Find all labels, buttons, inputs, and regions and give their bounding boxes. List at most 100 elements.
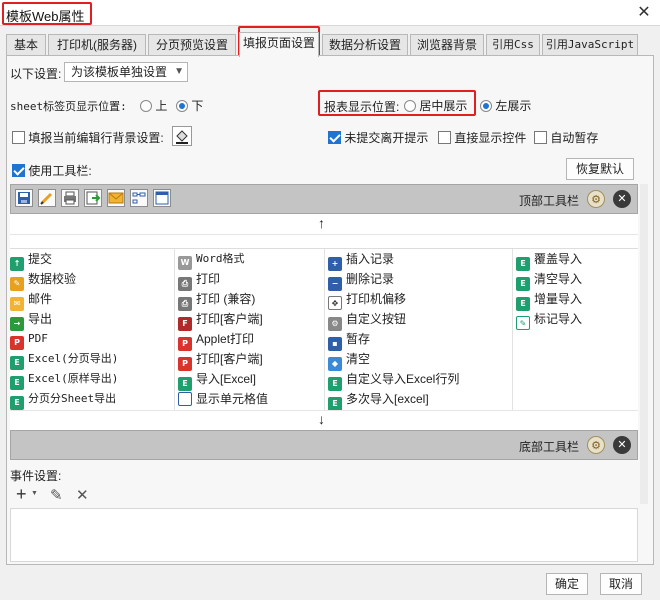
tab-bar: 基本 打印机(服务器) 分页预览设置 填报页面设置 数据分析设置 浏览器背景 引… xyxy=(6,32,654,57)
btn-delete-record[interactable]: − 删除记录 xyxy=(328,269,395,291)
report-position-radio-center[interactable]: 居中展示 xyxy=(404,97,467,114)
tab-data-analysis[interactable]: 数据分析设置 xyxy=(322,34,408,56)
move-down-arrow[interactable]: ↓ xyxy=(318,411,325,427)
btn-label: 自定义按钮 xyxy=(346,312,407,326)
direct-widget-checkbox[interactable]: 直接显示控件 xyxy=(438,129,526,146)
delete-icon[interactable]: ✕ xyxy=(76,486,89,504)
validate-icon[interactable] xyxy=(38,189,56,207)
bg-setting-checkbox[interactable]: 填报当前编辑行背景设置: xyxy=(12,129,164,146)
btn-printer-offset[interactable]: ✥ 打印机偏移 xyxy=(328,289,407,310)
btn-pdf[interactable]: P PDF xyxy=(10,329,48,350)
checkbox-box[interactable] xyxy=(438,131,451,144)
add-dropdown-chevron-icon[interactable]: ▼ xyxy=(31,490,38,497)
edit-icon[interactable]: ✎ xyxy=(50,486,63,504)
close-icon[interactable]: ✕ xyxy=(613,190,631,208)
radio-circle[interactable] xyxy=(480,100,492,112)
btn-multi-import-excel[interactable]: E 多次导入[excel] xyxy=(328,389,429,411)
print-icon[interactable] xyxy=(61,189,79,207)
sheet-tab-radio-bottom[interactable]: 下 xyxy=(176,97,203,114)
export-icon[interactable] xyxy=(84,189,102,207)
tab-reference-css[interactable]: 引用Css xyxy=(486,34,540,56)
btn-label: 数据校验 xyxy=(28,272,77,286)
btn-excel-paged[interactable]: E Excel(分页导出) xyxy=(10,349,118,370)
sheet-tab-radio-top[interactable]: 上 xyxy=(140,97,167,114)
btn-overwrite-import[interactable]: E 覆盖导入 xyxy=(516,249,582,271)
btn-pdf-print[interactable]: P 打印[客户端] xyxy=(178,349,263,371)
excel-icon: E xyxy=(10,376,24,390)
radio-circle[interactable] xyxy=(404,100,416,112)
radio-circle[interactable] xyxy=(176,100,188,112)
sheet-tab-position-label: sheet标签页显示位置: xyxy=(10,100,127,113)
ok-button[interactable]: 确定 xyxy=(546,573,588,595)
checkbox-box[interactable] xyxy=(328,131,341,144)
btn-label: 打印 (兼容) xyxy=(196,292,256,306)
btn-label: 导入[Excel] xyxy=(196,372,257,386)
report-position-radio-left[interactable]: 左展示 xyxy=(480,97,531,114)
close-icon[interactable]: ✕ xyxy=(613,436,631,454)
btn-custom-button[interactable]: ⚙ 自定义按钮 xyxy=(328,309,407,331)
btn-label: PDF xyxy=(28,332,48,345)
btn-clear-import[interactable]: E 清空导入 xyxy=(516,269,582,291)
unsubmitted-leave-checkbox[interactable]: 未提交离开提示 xyxy=(328,129,428,146)
tab-basic[interactable]: 基本 xyxy=(6,34,46,56)
title-bar xyxy=(0,0,660,26)
radio-label: 上 xyxy=(155,99,168,113)
paint-bucket-icon[interactable] xyxy=(172,126,192,146)
excel-icon: E xyxy=(10,356,24,370)
btn-custom-import-excel[interactable]: E 自定义导入Excel行列 xyxy=(328,369,459,391)
btn-export[interactable]: → 导出 xyxy=(10,309,53,331)
btn-applet-print[interactable]: P Applet打印 xyxy=(178,329,255,351)
use-toolbar-checkbox[interactable]: 使用工具栏: xyxy=(12,162,92,179)
add-icon[interactable]: + xyxy=(16,484,27,505)
btn-temp-save[interactable]: ▪ 暂存 xyxy=(328,329,370,351)
column-icon[interactable] xyxy=(130,189,148,207)
btn-print-compatible[interactable]: ⎙ 打印 (兼容) xyxy=(178,289,256,311)
scope-select[interactable]: 为该模板单独设置 ▼ xyxy=(64,62,188,82)
tab-fill-page-settings[interactable]: 填报页面设置 xyxy=(239,32,319,57)
btn-sheet-export[interactable]: E 分页分Sheet导出 xyxy=(10,389,116,410)
close-icon[interactable]: ✕ xyxy=(634,3,654,23)
excel-icon: E xyxy=(328,397,342,411)
gear-icon[interactable]: ⚙ xyxy=(587,436,605,454)
btn-label: 打印机偏移 xyxy=(346,292,407,306)
scrollbar[interactable] xyxy=(640,184,648,504)
btn-label: 导出 xyxy=(28,312,53,326)
cancel-button[interactable]: 取消 xyxy=(600,573,642,595)
btn-label: Applet打印 xyxy=(196,332,255,346)
chevron-down-icon: ▼ xyxy=(174,66,184,77)
btn-show-cell-value[interactable]: 显示单元格值 xyxy=(178,389,268,409)
toolbar-button-grid: ↑ 提交 ✎ 数据校验 ✉ 邮件 → 导出 P PDF E Excel(分页导出) E Exc… xyxy=(10,248,638,411)
btn-label: 多次导入[excel] xyxy=(346,392,429,406)
restore-default-button[interactable]: 恢复默认 xyxy=(566,158,634,180)
btn-insert-record[interactable]: + 插入记录 xyxy=(328,249,394,271)
move-up-arrow[interactable]: ↑ xyxy=(318,215,325,231)
btn-data-validate[interactable]: ✎ 数据校验 xyxy=(10,269,77,291)
btn-label: Excel(原样导出) xyxy=(28,372,119,385)
btn-mail[interactable]: ✉ 邮件 xyxy=(10,289,52,311)
tab-browser-background[interactable]: 浏览器背景 xyxy=(410,34,484,56)
btn-excel-original[interactable]: E Excel(原样导出) xyxy=(10,369,119,390)
btn-import-excel[interactable]: E 导入[Excel] xyxy=(178,369,257,391)
save-icon[interactable] xyxy=(15,189,33,207)
scope-label: 以下设置: xyxy=(10,67,62,81)
btn-flash-print[interactable]: F 打印[客户端] xyxy=(178,309,263,331)
mail-icon[interactable] xyxy=(107,189,125,207)
checkbox-box[interactable] xyxy=(12,131,25,144)
move-icon: ✥ xyxy=(328,296,342,310)
blank-icon[interactable] xyxy=(153,189,171,207)
gear-icon[interactable]: ⚙ xyxy=(587,190,605,208)
btn-label: 删除记录 xyxy=(346,272,395,286)
tab-printer-server[interactable]: 打印机(服务器) xyxy=(48,34,146,56)
autosave-checkbox[interactable]: 自动暂存 xyxy=(534,129,598,146)
btn-mark-import[interactable]: ✎ 标记导入 xyxy=(516,309,582,330)
tab-reference-javascript[interactable]: 引用JavaScript xyxy=(542,34,638,56)
btn-incremental-import[interactable]: E 增量导入 xyxy=(516,289,582,311)
btn-submit[interactable]: ↑ 提交 xyxy=(10,249,52,271)
tab-pagination-preview[interactable]: 分页预览设置 xyxy=(148,34,236,56)
btn-print[interactable]: ⎙ 打印 xyxy=(178,269,220,291)
checkbox-box[interactable] xyxy=(12,164,25,177)
btn-clear[interactable]: ◆ 清空 xyxy=(328,349,370,371)
btn-word-format[interactable]: W Word格式 xyxy=(178,249,245,270)
radio-circle[interactable] xyxy=(140,100,152,112)
checkbox-box[interactable] xyxy=(534,131,547,144)
